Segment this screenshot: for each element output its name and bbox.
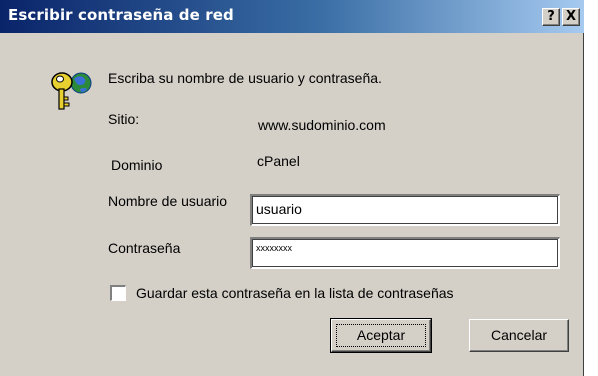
- domain-label: Dominio: [111, 157, 163, 173]
- cancel-button-label: Cancelar: [490, 327, 548, 343]
- site-label: Sitio:: [108, 111, 140, 127]
- password-field[interactable]: xxxxxxxx: [250, 237, 560, 269]
- title-bar[interactable]: Escribir contraseña de red ? X: [0, 0, 584, 33]
- save-password-checkbox[interactable]: [110, 285, 126, 301]
- key-globe-icon: [51, 72, 92, 110]
- window-title: Escribir contraseña de red: [8, 6, 234, 24]
- username-field[interactable]: usuario: [250, 194, 560, 226]
- site-value: www.sudominio.com: [258, 117, 386, 133]
- username-label: Nombre de usuario: [108, 193, 228, 209]
- close-button[interactable]: X: [562, 8, 580, 26]
- instruction-text: Escriba su nombre de usuario y contraseñ…: [108, 70, 382, 86]
- save-password-label[interactable]: Guardar esta contraseña en la lista de c…: [136, 285, 454, 302]
- help-button[interactable]: ?: [542, 8, 560, 26]
- password-dialog: Escribir contraseña de red ? X Escriba s…: [0, 0, 584, 376]
- domain-value: cPanel: [257, 153, 300, 169]
- ok-button-label: Aceptar: [356, 327, 406, 343]
- ok-button[interactable]: Aceptar: [330, 318, 432, 353]
- password-label: Contraseña: [108, 240, 181, 256]
- cancel-button[interactable]: Cancelar: [469, 319, 569, 352]
